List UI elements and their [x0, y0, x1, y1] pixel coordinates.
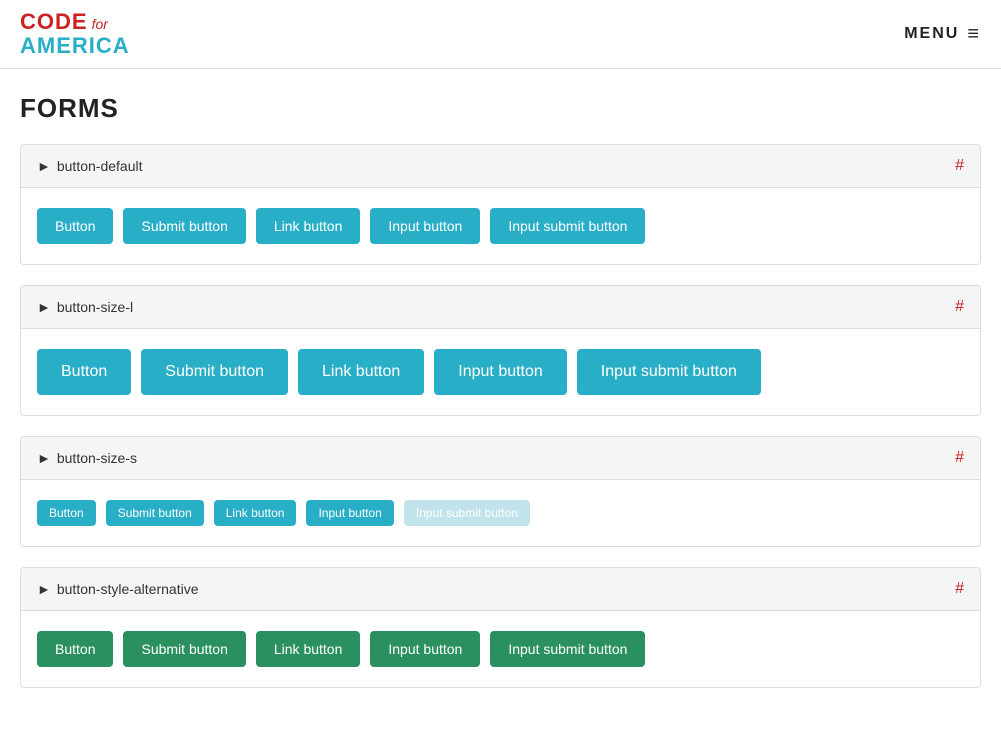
menu-button[interactable]: MENU ≡ [904, 23, 981, 46]
button-button-size-s-4[interactable]: Input submit button [404, 500, 530, 526]
section-hash-link-button-size-s[interactable]: # [955, 449, 964, 467]
section-card-button-size-l: ► button-size-l # ButtonSubmit buttonLink … [20, 285, 981, 416]
hamburger-icon: ≡ [967, 23, 981, 46]
section-header-button-default: ► button-default # [21, 145, 980, 188]
section-title-button-style-alternative: ► button-style-alternative [37, 581, 199, 597]
section-body-button-size-s: Button Submit button Link button Input butt… [21, 480, 980, 546]
button-button-size-s-3[interactable]: Input button [306, 500, 393, 526]
section-hash-link-button-style-alternative[interactable]: # [955, 580, 964, 598]
section-card-button-style-alternative: ► button-style-alternative # Button Submit … [20, 567, 981, 688]
section-header-button-size-s: ► button-size-s # [21, 437, 980, 480]
button-button-style-alternative-2[interactable]: Link button [256, 631, 361, 667]
button-button-size-s-2[interactable]: Link button [214, 500, 297, 526]
section-body-button-size-l: ButtonSubmit buttonLink buttonInput butt… [21, 329, 980, 415]
button-button-size-l-0[interactable]: Button [37, 349, 131, 395]
button-button-style-alternative-4[interactable]: Input submit button [490, 631, 645, 667]
logo: CODE for AMERICA [20, 10, 130, 58]
section-card-button-size-s: ► button-size-s # Button Submit button Link … [20, 436, 981, 547]
button-button-size-l-3[interactable]: Input button [434, 349, 567, 395]
button-button-style-alternative-0[interactable]: Button [37, 631, 113, 667]
section-card-button-default: ► button-default # Button Submit button Link… [20, 144, 981, 265]
button-button-default-2[interactable]: Link button [256, 208, 361, 244]
header: CODE for AMERICA MENU ≡ [0, 0, 1001, 69]
section-body-button-style-alternative: Button Submit button Link buttonInput butt… [21, 611, 980, 687]
button-button-default-4[interactable]: Input submit button [490, 208, 645, 244]
main-content: FORMS ► button-default#ButtonSubmit butt… [0, 69, 1001, 732]
section-title-button-default: ► button-default [37, 158, 142, 174]
section-title-button-size-s: ► button-size-s [37, 450, 137, 466]
button-button-size-s-0[interactable]: Button [37, 500, 96, 526]
button-button-size-l-2[interactable]: Link button [298, 349, 424, 395]
button-button-style-alternative-3[interactable]: Input button [370, 631, 480, 667]
button-button-size-l-1[interactable]: Submit button [141, 349, 288, 395]
button-button-default-1[interactable]: Submit button [123, 208, 245, 244]
section-arrow-icon: ► [37, 299, 51, 315]
button-button-style-alternative-1[interactable]: Submit button [123, 631, 245, 667]
button-button-default-3[interactable]: Input button [370, 208, 480, 244]
logo-america: AMERICA [20, 34, 130, 58]
section-arrow-icon: ► [37, 450, 51, 466]
sections-container: ► button-default#ButtonSubmit buttonLink… [20, 144, 981, 688]
section-arrow-icon: ► [37, 158, 51, 174]
page-title: FORMS [20, 93, 981, 124]
section-arrow-icon: ► [37, 581, 51, 597]
menu-label: MENU [904, 25, 959, 43]
section-header-button-style-alternative: ► button-style-alternative # [21, 568, 980, 611]
section-hash-link-button-default[interactable]: # [955, 157, 964, 175]
section-title-button-size-l: ► button-size-l [37, 299, 133, 315]
section-hash-link-button-size-l[interactable]: # [955, 298, 964, 316]
section-body-button-default: Button Submit button Link buttonInput butt… [21, 188, 980, 264]
section-header-button-size-l: ► button-size-l # [21, 286, 980, 329]
button-button-size-s-1[interactable]: Submit button [106, 500, 204, 526]
button-button-size-l-4[interactable]: Input submit button [577, 349, 761, 395]
button-button-default-0[interactable]: Button [37, 208, 113, 244]
logo-code: CODE [20, 10, 88, 34]
logo-for: for [92, 17, 108, 32]
